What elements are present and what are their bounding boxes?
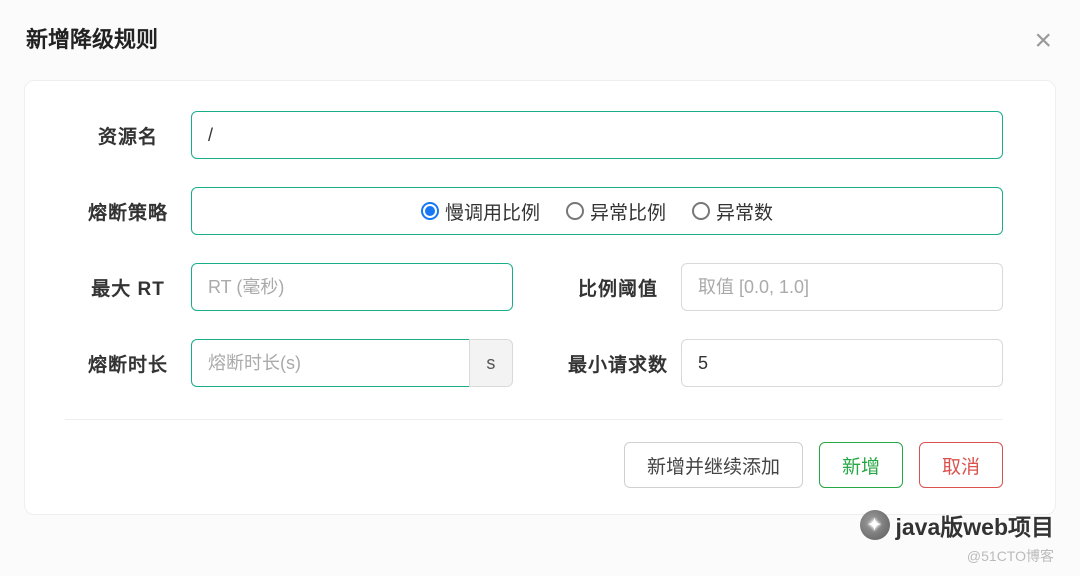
radio-exception-ratio[interactable]: 异常比例 bbox=[566, 198, 666, 225]
radio-icon bbox=[566, 202, 584, 220]
break-time-input[interactable] bbox=[191, 339, 469, 387]
radio-exception-count[interactable]: 异常数 bbox=[692, 198, 773, 225]
modal: 新增降级规则 × 资源名 熔断策略 慢调用比例 bbox=[0, 0, 1080, 576]
field-break-time: 熔断时长 s bbox=[65, 339, 513, 387]
label-max-rt: 最大 RT bbox=[65, 274, 191, 301]
cancel-button[interactable]: 取消 bbox=[919, 442, 1003, 488]
radio-icon bbox=[421, 202, 439, 220]
radio-icon bbox=[692, 202, 710, 220]
unit-addon: s bbox=[469, 339, 513, 387]
strategy-radio-group: 慢调用比例 异常比例 异常数 bbox=[191, 187, 1003, 235]
min-req-input[interactable] bbox=[681, 339, 1003, 387]
field-strategy: 熔断策略 慢调用比例 异常比例 异常数 bbox=[65, 187, 1003, 235]
max-rt-input[interactable] bbox=[191, 263, 513, 311]
form-panel: 资源名 熔断策略 慢调用比例 异常比例 bbox=[24, 80, 1056, 515]
field-max-rt: 最大 RT bbox=[65, 263, 513, 311]
radio-label: 慢调用比例 bbox=[445, 198, 540, 225]
divider bbox=[65, 419, 1003, 420]
watermark: ✦ java版web项目 @51CTO博客 bbox=[860, 508, 1055, 566]
resource-input[interactable] bbox=[191, 111, 1003, 159]
radio-label: 异常比例 bbox=[590, 198, 666, 225]
close-icon[interactable]: × bbox=[1034, 26, 1052, 56]
field-resource: 资源名 bbox=[65, 111, 1003, 159]
add-continue-button[interactable]: 新增并继续添加 bbox=[624, 442, 803, 488]
label-strategy: 熔断策略 bbox=[65, 198, 191, 225]
field-min-req: 最小请求数 bbox=[555, 339, 1003, 387]
modal-title: 新增降级规则 bbox=[26, 22, 1054, 54]
radio-slow-call[interactable]: 慢调用比例 bbox=[421, 198, 540, 225]
label-min-req: 最小请求数 bbox=[555, 350, 681, 377]
label-resource: 资源名 bbox=[65, 122, 191, 149]
field-ratio: 比例阈值 bbox=[555, 263, 1003, 311]
add-button[interactable]: 新增 bbox=[819, 442, 903, 488]
ratio-input[interactable] bbox=[681, 263, 1003, 311]
break-time-group: s bbox=[191, 339, 513, 387]
label-break-time: 熔断时长 bbox=[65, 350, 191, 377]
label-ratio: 比例阈值 bbox=[555, 274, 681, 301]
modal-footer: 新增并继续添加 新增 取消 bbox=[65, 442, 1003, 488]
radio-label: 异常数 bbox=[716, 198, 773, 225]
watermark-sub: @51CTO博客 bbox=[967, 546, 1054, 566]
modal-header: 新增降级规则 bbox=[0, 0, 1080, 74]
